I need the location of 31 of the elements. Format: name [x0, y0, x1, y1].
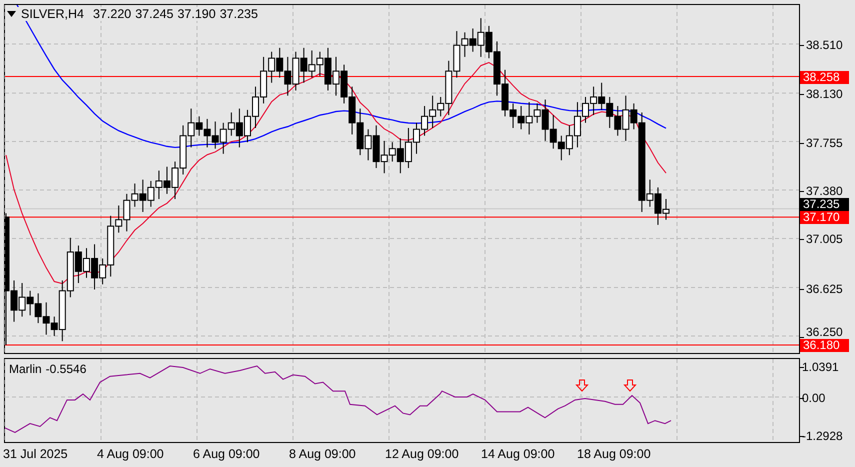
price-value: 37.235 [220, 7, 258, 21]
indicator-axis-label: 0.00 [802, 391, 826, 405]
price-value: 37.220 [93, 7, 132, 21]
price-value: 37.190 [177, 7, 216, 21]
price-axis-label: 38.510 [806, 38, 843, 52]
time-axis-label: 12 Aug 09:00 [385, 447, 459, 461]
price-tag: 37.170 [800, 211, 849, 224]
time-axis-label: 31 Jul 2025 [3, 447, 68, 461]
price-axis-label: 37.380 [806, 184, 843, 198]
price-tag: 38.258 [800, 70, 849, 84]
time-axis-label: 4 Aug 09:00 [97, 447, 164, 461]
triangle-icon[interactable] [7, 11, 16, 17]
price-axis-label: 37.755 [806, 136, 843, 150]
price-axis-label: 38.130 [806, 87, 843, 102]
indicator-axis-label: -1.2928 [802, 429, 843, 443]
price-axis-label: 37.005 [806, 232, 843, 246]
price-tag: 37.235 [800, 198, 849, 212]
price-axis-label: 36.625 [806, 282, 843, 296]
indicator-axis-label: 1.0391 [802, 360, 839, 374]
time-axis-label: 14 Aug 09:00 [481, 447, 555, 461]
time-axis-label: 18 Aug 09:00 [577, 447, 651, 461]
price-tag: 36.180 [800, 339, 849, 352]
time-axis-label: 6 Aug 09:00 [193, 447, 260, 461]
time-axis-label: 8 Aug 09:00 [289, 447, 356, 461]
indicator-name: Marlin [9, 362, 42, 376]
price-axis-label: 36.250 [806, 325, 843, 340]
price-value: 37.245 [135, 7, 174, 21]
indicator-value: -0.5546 [46, 362, 86, 376]
down-arrow-icon [623, 380, 637, 392]
symbol-label: SILVER,H4 [21, 7, 84, 21]
down-arrow-icon [575, 380, 589, 392]
